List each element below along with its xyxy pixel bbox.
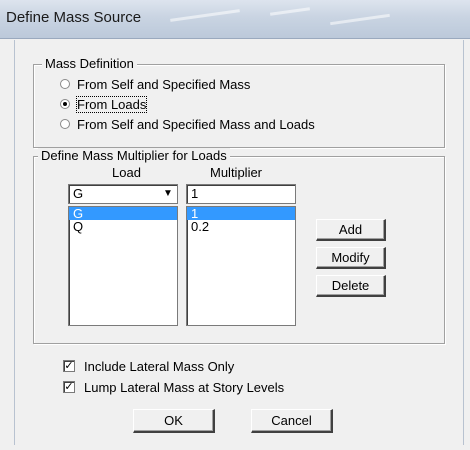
chevron-down-icon[interactable]: ▼	[160, 186, 176, 202]
list-item[interactable]: 0.2	[187, 220, 295, 233]
radio-self-specified-mass-and-loads[interactable]: From Self and Specified Mass and Loads	[60, 115, 315, 133]
title-bar-decoration	[269, 7, 311, 16]
title-bar-decoration	[170, 9, 240, 22]
checkbox-checked-icon: ✓	[63, 381, 75, 393]
radio-from-loads[interactable]: From Loads	[60, 95, 148, 113]
radio-button-icon	[60, 79, 70, 89]
dialog-title: Define Mass Source	[6, 9, 142, 26]
radio-label: From Loads	[75, 95, 148, 113]
radio-button-checked-icon	[60, 99, 70, 109]
radio-button-icon	[60, 119, 70, 129]
mass-multiplier-group: Define Mass Multiplier for Loads Load Mu…	[33, 148, 445, 344]
load-select-value: G	[73, 186, 84, 201]
cancel-button[interactable]: Cancel	[251, 409, 333, 433]
list-item[interactable]: Q	[69, 220, 177, 233]
multiplier-input-value: 1	[191, 186, 199, 201]
define-mass-source-dialog: Define Mass Source Mass Definition From …	[0, 0, 470, 450]
multiplier-column-header: Multiplier	[210, 165, 263, 180]
radio-self-specified-mass[interactable]: From Self and Specified Mass	[60, 75, 250, 93]
checkbox-label: Lump Lateral Mass at Story Levels	[84, 379, 285, 395]
multiplier-list[interactable]: 1 0.2	[186, 206, 296, 326]
load-column-header: Load	[112, 165, 141, 180]
delete-button[interactable]: Delete	[316, 275, 386, 297]
modify-button[interactable]: Modify	[316, 247, 386, 269]
checkbox-checked-icon: ✓	[63, 360, 75, 372]
mass-definition-group: Mass Definition From Self and Specified …	[33, 56, 445, 148]
list-item[interactable]: G	[69, 207, 177, 220]
lump-lateral-mass-checkbox[interactable]: ✓ Lump Lateral Mass at Story Levels	[63, 379, 284, 395]
load-list[interactable]: G Q	[68, 206, 178, 326]
dialog-client-area: Mass Definition From Self and Specified …	[14, 40, 464, 445]
title-bar-decoration	[330, 13, 390, 26]
mass-multiplier-legend: Define Mass Multiplier for Loads	[38, 148, 230, 164]
mass-definition-legend: Mass Definition	[42, 56, 137, 72]
include-lateral-mass-checkbox[interactable]: ✓ Include Lateral Mass Only	[63, 358, 234, 374]
ok-button[interactable]: OK	[133, 409, 215, 433]
multiplier-input[interactable]: 1	[186, 184, 296, 204]
add-button[interactable]: Add	[316, 219, 386, 241]
radio-label: From Self and Specified Mass	[77, 76, 251, 92]
checkbox-label: Include Lateral Mass Only	[84, 358, 235, 374]
title-bar[interactable]: Define Mass Source	[0, 0, 470, 39]
load-select[interactable]: G ▼	[68, 184, 178, 204]
radio-label: From Self and Specified Mass and Loads	[77, 116, 315, 132]
